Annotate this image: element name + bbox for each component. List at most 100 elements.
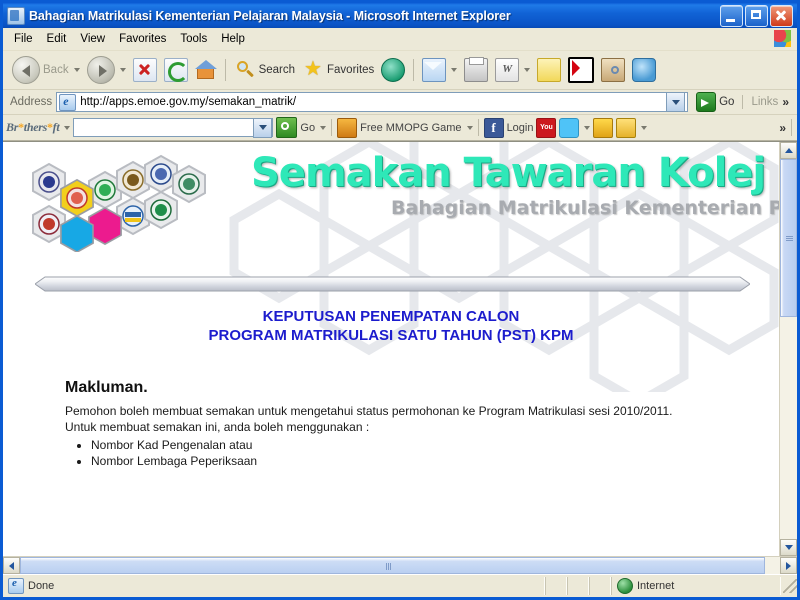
scroll-down-button[interactable]: [780, 539, 797, 556]
favorites-label: Favorites: [327, 64, 375, 76]
page-scroll-row: Semakan Tawaran Kolej Matri Bahagian Mat…: [3, 142, 797, 556]
scroll-right-button[interactable]: [780, 557, 797, 574]
stop-icon: [132, 58, 157, 82]
vertical-scroll-grip: [786, 236, 793, 242]
status-pane-1: [545, 577, 567, 595]
window-controls: [720, 4, 795, 27]
brothersoft-search-icon[interactable]: [276, 117, 298, 138]
vertical-scrollbar[interactable]: [779, 142, 797, 556]
menu-item-favorites[interactable]: Favorites: [112, 31, 173, 47]
back-button[interactable]: Back: [9, 54, 83, 86]
free-game-chevron-down-icon[interactable]: [466, 125, 473, 130]
note-button[interactable]: [534, 56, 564, 84]
navigation-toolbar: Back Search ★ Favorites W: [3, 51, 797, 90]
research-button[interactable]: [598, 56, 628, 84]
page-content: KEPUTUSAN PENEMPATAN CALON PROGRAM MATRI…: [3, 307, 779, 469]
social-chevron-down-icon[interactable]: [584, 125, 591, 130]
scroll-up-button[interactable]: [780, 142, 797, 159]
security-zone-pane[interactable]: Internet: [611, 577, 781, 595]
print-icon: [464, 57, 489, 82]
list-item: Nombor Lembaga Peperiksaan: [91, 453, 779, 469]
banner-title: Semakan Tawaran Kolej Matri: [251, 150, 779, 196]
links-overflow-icon[interactable]: »: [782, 95, 789, 109]
youtube-icon[interactable]: You: [536, 117, 557, 138]
free-game-label[interactable]: Free MMOPG Game: [360, 122, 461, 134]
address-url-text: http://apps.emoe.gov.my/semakan_matrik/: [80, 96, 297, 108]
menu-item-view[interactable]: View: [73, 31, 112, 47]
brothersoft-separator: [331, 119, 333, 136]
note-icon: [537, 58, 562, 82]
resize-grip[interactable]: [783, 579, 797, 593]
information-bullet-list: Nombor Kad Pengenalan atau Nombor Lembag…: [65, 437, 779, 469]
horizontal-scrollbar[interactable]: [3, 556, 797, 574]
toolbar-separator-2: [413, 59, 415, 81]
horizontal-scroll-thumb[interactable]: [20, 557, 765, 574]
information-title: Makluman.: [65, 379, 148, 396]
status-text: Done: [28, 580, 55, 592]
home-icon: [194, 59, 217, 81]
forward-chevron-down-icon[interactable]: [119, 68, 126, 72]
matriculation-honeycomb-logo: [15, 152, 225, 254]
forward-button[interactable]: [84, 54, 129, 86]
free-game-truck-icon[interactable]: [337, 117, 358, 138]
facebook-login-label[interactable]: Login: [507, 122, 534, 134]
scroll-left-button[interactable]: [3, 557, 20, 574]
media-button[interactable]: [378, 56, 408, 84]
horizontal-scroll-track[interactable]: [20, 557, 780, 574]
print-button[interactable]: [461, 56, 491, 84]
links-bar[interactable]: Links »: [742, 95, 793, 109]
window-icon: [7, 6, 25, 25]
stop-button[interactable]: [130, 56, 160, 84]
status-page-icon: [8, 577, 24, 594]
address-chevron-down-icon[interactable]: [666, 92, 686, 112]
status-message-pane: Done: [3, 577, 545, 595]
page-favicon-icon: [59, 93, 77, 111]
vertical-scroll-thumb[interactable]: [780, 159, 797, 317]
brothersoft-chevron-down-icon[interactable]: [64, 125, 71, 130]
brothersoft-search-chevron-down-icon[interactable]: [253, 117, 273, 138]
brothersoft-separator-3: [791, 119, 792, 136]
search-button[interactable]: Search: [231, 57, 298, 83]
vertical-scroll-track[interactable]: [780, 159, 797, 539]
mail-button[interactable]: [419, 56, 460, 84]
favorites-button[interactable]: ★ Favorites: [299, 57, 377, 83]
edit-button[interactable]: W: [492, 56, 533, 84]
back-chevron-down-icon[interactable]: [73, 68, 80, 72]
brothersoft-go-chevron-down-icon[interactable]: [320, 125, 327, 130]
menu-item-edit[interactable]: Edit: [40, 31, 74, 47]
messenger-icon: [632, 58, 657, 82]
window-chevron-down-icon[interactable]: [641, 125, 648, 130]
maximize-button[interactable]: [745, 4, 768, 27]
address-input[interactable]: http://apps.emoe.gov.my/semakan_matrik/: [56, 92, 689, 112]
refresh-button[interactable]: [161, 56, 191, 84]
brothersoft-overflow-icon[interactable]: »: [779, 121, 786, 135]
star-icon: ★: [304, 58, 322, 80]
browser-window: Bahagian Matrikulasi Kementerian Pelajar…: [0, 0, 800, 600]
minimize-button[interactable]: [720, 4, 743, 27]
edit-word-icon: W: [495, 58, 520, 82]
twitter-icon[interactable]: [559, 117, 580, 138]
go-button[interactable]: Go: [692, 92, 738, 112]
mail-icon: [422, 58, 447, 82]
go-label: Go: [719, 96, 735, 108]
edit-chevron-down-icon[interactable]: [524, 68, 531, 72]
games-joystick-icon[interactable]: [593, 117, 614, 138]
mail-chevron-down-icon[interactable]: [451, 68, 458, 72]
close-button[interactable]: [770, 4, 793, 27]
facebook-icon[interactable]: f: [483, 117, 504, 138]
forward-arrow-icon: [86, 56, 115, 84]
home-button[interactable]: [192, 57, 220, 83]
menu-item-file[interactable]: File: [7, 31, 40, 47]
brothersoft-separator-2: [477, 119, 479, 136]
menu-item-tools[interactable]: Tools: [173, 31, 214, 47]
menu-item-help[interactable]: Help: [214, 31, 252, 47]
brothersoft-toolbar: Br*thers*ft Go Free MMOPG Game f Login Y…: [3, 115, 797, 141]
brothersoft-search-input[interactable]: [73, 117, 274, 138]
messenger-button[interactable]: [629, 56, 659, 84]
go-arrow-icon: [696, 92, 717, 112]
web-page: Semakan Tawaran Kolej Matri Bahagian Mat…: [3, 142, 779, 556]
kaspersky-button[interactable]: [565, 55, 597, 85]
information-block: Makluman. Pemohon boleh membuat semakan …: [65, 379, 779, 469]
links-label: Links: [751, 96, 779, 108]
add-window-icon[interactable]: [616, 117, 637, 138]
